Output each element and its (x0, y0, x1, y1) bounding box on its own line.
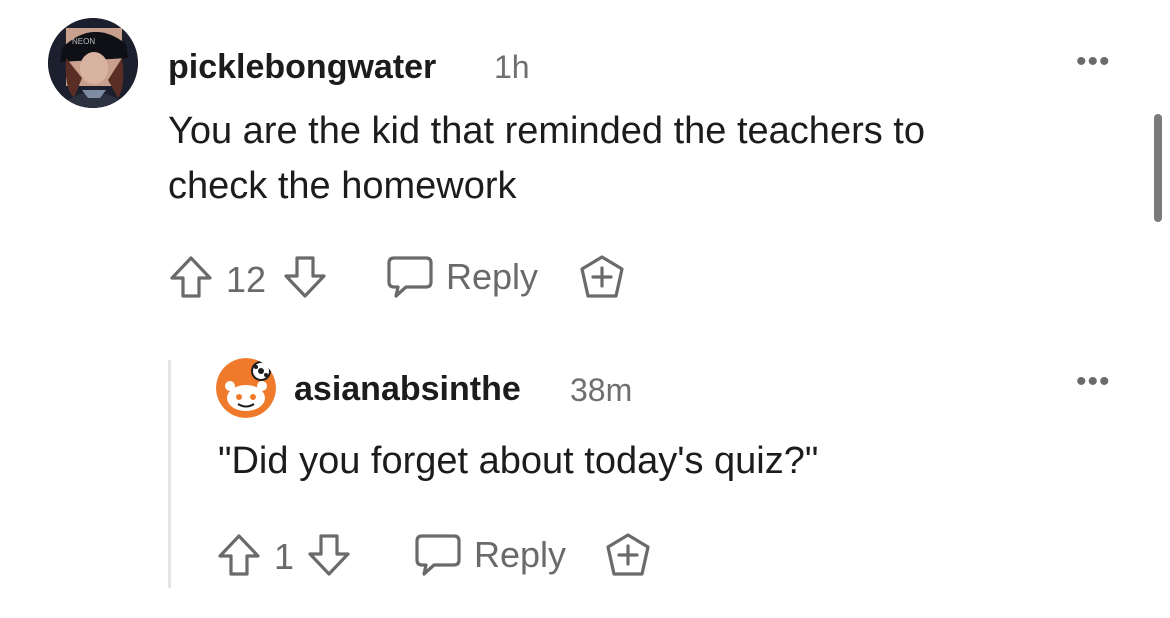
username[interactable]: picklebongwater (168, 48, 436, 87)
avatar[interactable] (216, 358, 276, 418)
downvote-icon[interactable] (306, 532, 352, 578)
vote-score: 12 (226, 259, 267, 300)
award-icon[interactable] (578, 254, 626, 300)
username[interactable]: asianabsinthe (294, 370, 521, 409)
timestamp: 38m (570, 372, 633, 408)
svg-text:NEON: NEON (72, 37, 95, 46)
comment-body-line: "Did you forget about today's quiz?" (218, 440, 819, 482)
thread-line[interactable] (168, 360, 171, 588)
downvote-icon[interactable] (282, 254, 328, 300)
reply-label: Reply (474, 534, 567, 575)
award-icon[interactable] (604, 532, 652, 578)
reply-button[interactable]: Reply (386, 254, 538, 300)
upvote-icon[interactable] (216, 532, 262, 578)
upvote-icon[interactable] (168, 254, 214, 300)
comment-body: You are the kid that reminded the teache… (168, 104, 925, 214)
comment-body: "Did you forget about today's quiz?" (218, 434, 818, 489)
comment-bubble-icon (386, 254, 434, 300)
avatar[interactable]: NEON (48, 18, 138, 108)
comment-bubble-icon (414, 532, 462, 578)
reply-button[interactable]: Reply (414, 532, 566, 578)
comment-body-line: You are the kid that reminded the teache… (168, 110, 925, 152)
more-options-icon[interactable]: ••• (1076, 47, 1111, 77)
vote-score: 1 (274, 536, 295, 577)
comment-body-line: check the homework (168, 165, 517, 207)
timestamp: 1h (494, 49, 530, 85)
scrollbar[interactable] (1154, 114, 1162, 222)
more-options-icon[interactable]: ••• (1076, 367, 1111, 397)
reply-label: Reply (446, 256, 539, 297)
